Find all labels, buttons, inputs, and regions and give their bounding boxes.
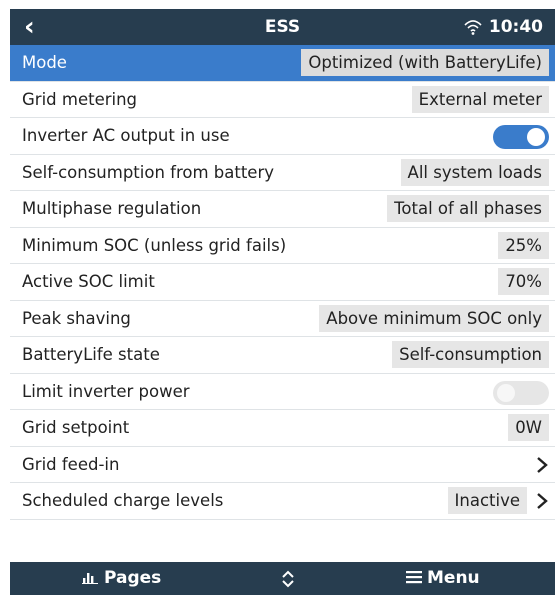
row-scheduled-charge-levels[interactable]: Scheduled charge levels Inactive: [10, 483, 555, 520]
row-label: Grid metering: [22, 89, 138, 109]
row-grid-setpoint[interactable]: Grid setpoint 0W: [10, 410, 555, 447]
settings-list: Mode Optimized (with BatteryLife) Grid m…: [10, 45, 555, 520]
menu-label: Menu: [427, 568, 480, 588]
chevron-right-icon: [537, 493, 548, 509]
clock: 10:40: [488, 17, 543, 37]
row-label: Multiphase regulation: [22, 199, 202, 218]
menu-button[interactable]: Menu: [406, 568, 480, 588]
row-label: Active SOC limit: [22, 272, 155, 291]
bottom-bar: Pages Menu: [10, 562, 555, 595]
row-label: Grid feed-in: [22, 454, 120, 474]
row-inverter-ac-output[interactable]: Inverter AC output in use: [10, 118, 555, 155]
row-minimum-soc[interactable]: Minimum SOC (unless grid fails) 25%: [10, 227, 555, 264]
row-limit-inverter-power[interactable]: Limit inverter power: [10, 373, 555, 410]
wifi-icon: [464, 20, 482, 35]
row-multiphase-regulation[interactable]: Multiphase regulation Total of all phase…: [10, 191, 555, 228]
pages-button[interactable]: Pages: [82, 568, 161, 588]
row-batterylife-state[interactable]: BatteryLife state Self-consumption: [10, 337, 555, 374]
minimum-soc-value: 25%: [498, 231, 549, 259]
row-label: BatteryLife state: [22, 345, 160, 364]
row-label: Peak shaving: [22, 308, 131, 328]
mode-value: Optimized (with BatteryLife): [301, 49, 549, 76]
up-down-chevron-icon[interactable]: [280, 569, 296, 589]
active-soc-limit-value: 70%: [498, 268, 549, 295]
multiphase-regulation-value: Total of all phases: [387, 195, 549, 222]
row-label: Mode: [22, 53, 67, 72]
row-active-soc-limit[interactable]: Active SOC limit 70%: [10, 264, 555, 301]
row-label: Limit inverter power: [22, 381, 190, 401]
row-label: Minimum SOC (unless grid fails): [22, 235, 287, 255]
grid-metering-value: External meter: [411, 85, 549, 113]
toggle-knob: [527, 128, 545, 146]
toggle-knob: [497, 383, 515, 402]
scheduled-charge-value: Inactive: [447, 487, 527, 514]
pages-label: Pages: [104, 568, 162, 588]
row-label: Grid setpoint: [22, 418, 130, 437]
chevron-right-icon: [537, 456, 548, 473]
row-mode[interactable]: Mode Optimized (with BatteryLife): [10, 45, 555, 82]
row-label: Self-consumption from battery: [22, 162, 275, 182]
row-grid-feed-in[interactable]: Grid feed-in: [10, 446, 555, 483]
ess-settings-screen: ‹ ESS 10:40 Mode Optimized (with Battery…: [0, 0, 555, 595]
row-label: Scheduled charge levels: [22, 491, 224, 510]
row-peak-shaving[interactable]: Peak shaving Above minimum SOC only: [10, 300, 555, 337]
batterylife-state-value: Self-consumption: [392, 341, 549, 368]
inverter-ac-output-toggle[interactable]: [493, 125, 549, 149]
row-grid-metering[interactable]: Grid metering External meter: [10, 81, 555, 118]
title-bar: ‹ ESS 10:40: [10, 9, 555, 45]
menu-icon: [406, 571, 422, 584]
grid-setpoint-value: 0W: [508, 414, 549, 441]
peak-shaving-value: Above minimum SOC only: [319, 304, 549, 332]
self-consumption-value: All system loads: [400, 158, 549, 186]
row-self-consumption[interactable]: Self-consumption from battery All system…: [10, 154, 555, 191]
limit-inverter-power-toggle[interactable]: [493, 380, 549, 405]
row-label: Inverter AC output in use: [22, 126, 230, 145]
bar-chart-icon: [82, 573, 98, 584]
